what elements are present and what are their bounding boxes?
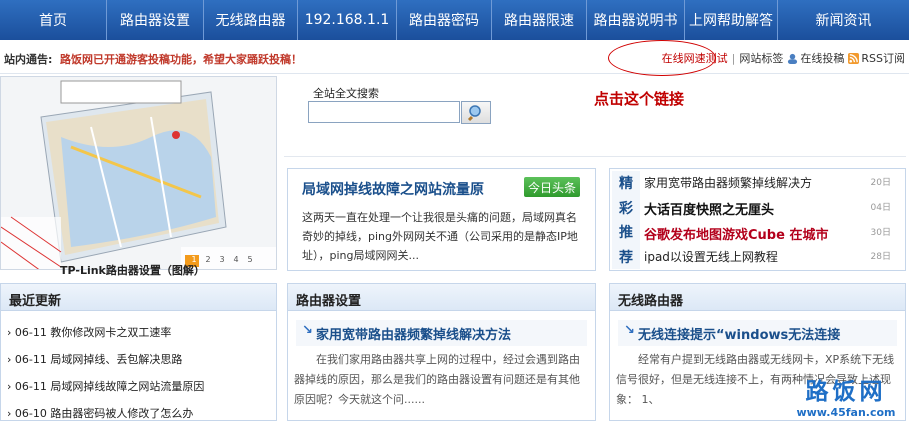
recommend-item[interactable]: ipad以设置无线上网教程 (644, 248, 778, 265)
notice-text: 路饭网已开通游客投稿功能，希望大家踊跃投稿！ (60, 53, 302, 66)
router-settings-article-title[interactable]: ↘ 家用宽带路由器频繁掉线解决方法 (296, 320, 587, 346)
link-divider: | (731, 51, 736, 65)
wireless-heading: 无线路由器 (610, 284, 905, 311)
page-5[interactable]: 5 (243, 255, 257, 264)
latest-heading: 最近更新 (1, 284, 276, 311)
notice-bar: 站内通告: 路饭网已开通游客投稿功能，希望大家踊跃投稿！ 在线网速测试 | 网站… (0, 40, 909, 74)
divider (284, 156, 906, 157)
nav-news[interactable]: 新闻资讯 (778, 0, 909, 40)
router-settings-heading: 路由器设置 (288, 284, 595, 311)
recommend-date: 20日 (870, 178, 891, 188)
router-settings-panel: 路由器设置 ↘ 家用宽带路由器频繁掉线解决方法 在我们家用路由器共享上网的过程中… (287, 283, 596, 421)
nav-wireless-router[interactable]: 无线路由器 (204, 0, 298, 40)
submit-link[interactable]: 在线投稿 (800, 50, 844, 66)
headline-card: 局域网掉线故障之网站流量原 今日头条 这两天一直在处理一个让我很是头痛的问题，局… (287, 168, 596, 271)
today-headline-badge: 今日头条 (524, 177, 580, 197)
list-item[interactable]: › 06-11 教你修改网卡之双工速率 (7, 324, 171, 340)
nav-router-password[interactable]: 路由器密码 (397, 0, 492, 40)
user-icon (787, 52, 800, 65)
nav-router-manual[interactable]: 路由器说明书 (587, 0, 685, 40)
rss-link[interactable]: RSS订阅 (861, 50, 905, 66)
wireless-article-title[interactable]: ↘ 无线连接提示“windows无法连接 (618, 320, 897, 346)
headline-title[interactable]: 局域网掉线故障之网站流量原 (302, 179, 484, 199)
site-tags-link[interactable]: 网站标签 (739, 50, 783, 66)
latest-panel: 最近更新 › 06-11 教你修改网卡之双工速率 › 06-11 局域网掉线、丢… (0, 283, 277, 421)
recommend-box: 精 彩 推 荐 家用宽带路由器频繁掉线解决方 20日 大话百度快照之无厘头 04… (609, 168, 906, 271)
watermark: 路饭网 www.45fan.com (786, 372, 906, 420)
highlight-circle (608, 40, 716, 76)
search-icon (467, 104, 481, 121)
nav-help[interactable]: 上网帮助解答 (685, 0, 778, 40)
top-nav: 首页 路由器设置 无线路由器 192.168.1.1 路由器密码 路由器限速 路… (0, 0, 909, 40)
page-4[interactable]: 4 (229, 255, 243, 264)
nav-192-168-1-1[interactable]: 192.168.1.1 (298, 0, 397, 40)
map-illustration (1, 77, 276, 269)
recommend-side-label: 精 彩 推 荐 (612, 171, 640, 269)
nav-home[interactable]: 首页 (0, 0, 107, 40)
recommend-date: 28日 (870, 252, 891, 262)
list-item[interactable]: › 06-11 局域网掉线、丢包解决思路 (7, 351, 182, 367)
search-label: 全站全文搜索 (313, 87, 379, 100)
annotation-text: 点击这个链接 (594, 90, 685, 108)
arrow-icon: ↘ (302, 323, 313, 338)
recommend-date: 30日 (870, 228, 891, 238)
list-item[interactable]: › 06-10 路由器密码被人修改了怎么办 (7, 405, 193, 420)
watermark-url: www.45fan.com (796, 406, 896, 419)
arrow-icon: ↘ (624, 323, 635, 338)
recommend-item[interactable]: 谷歌发布地图游戏Cube 在城市 (644, 224, 828, 243)
notice-label: 站内通告: (4, 53, 53, 66)
search-input[interactable] (308, 101, 460, 123)
rss-icon (848, 52, 861, 65)
side-char: 精 (619, 176, 633, 193)
recommend-date: 04日 (870, 203, 891, 213)
watermark-brand: 路饭网 (805, 379, 887, 405)
featured-map-image[interactable]: 1 2 3 4 5 (0, 76, 277, 270)
router-settings-body: 在我们家用路由器共享上网的过程中，经过会遇到路由器掉线的原因，那么是我们的路由器… (294, 353, 580, 406)
list-item[interactable]: › 06-11 局域网掉线故障之网站流量原因 (7, 378, 204, 394)
recommend-item[interactable]: 家用宽带路由器频繁掉线解决方 (644, 174, 812, 191)
headline-body: 这两天一直在处理一个让我很是头痛的问题，局域网真名奇妙的掉线，ping外网网关不… (302, 211, 578, 262)
map-caption[interactable]: TP-Link路由器设置（图解） (60, 262, 205, 278)
search-button[interactable] (461, 101, 491, 124)
side-char: 彩 (619, 200, 633, 217)
nav-router-speed-limit[interactable]: 路由器限速 (492, 0, 587, 40)
side-char: 荐 (619, 249, 633, 266)
page-3[interactable]: 3 (215, 255, 229, 264)
side-char: 推 (619, 225, 633, 242)
nav-router-settings[interactable]: 路由器设置 (107, 0, 204, 40)
recommend-item[interactable]: 大话百度快照之无厘头 (644, 199, 774, 218)
